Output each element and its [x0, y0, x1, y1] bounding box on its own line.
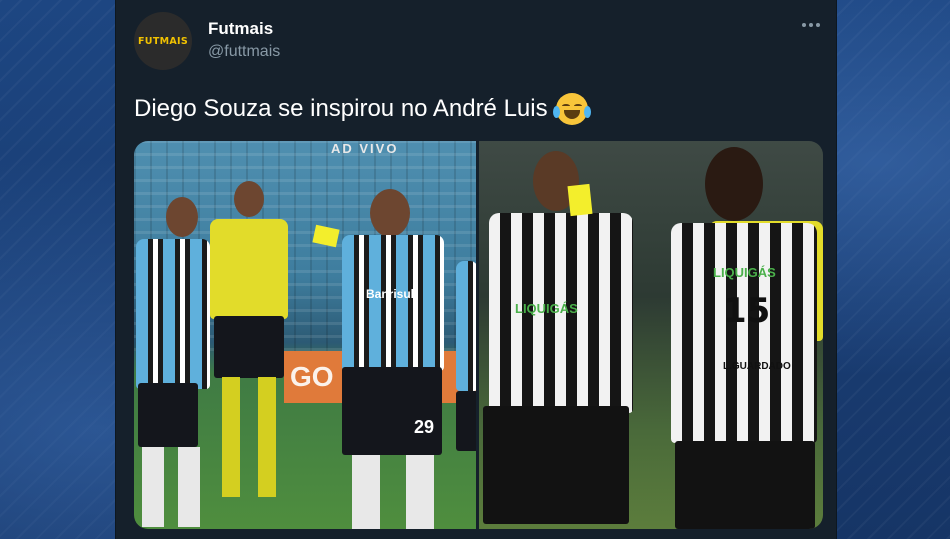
- botafogo-player-15: LIQUIGÁS 15 L.GUARDADO: [665, 147, 823, 529]
- yellow-card-raised: [567, 183, 593, 217]
- photo-right[interactable]: LIQUIGÁS LIQUIGÁS 15 L.GUARDADO: [479, 141, 823, 529]
- gremio-player-left: [136, 197, 216, 527]
- referee-figure: [202, 181, 302, 521]
- author-display-name[interactable]: Futmais: [208, 19, 273, 39]
- broadcast-live-label: AD VIVO: [331, 141, 399, 156]
- avatar-logo-text: FUTMAIS: [138, 35, 188, 47]
- jersey-name: L.GUARDADO: [723, 361, 791, 372]
- more-dot: [809, 23, 813, 27]
- shorts-number: 29: [414, 417, 435, 437]
- more-options-icon[interactable]: [798, 15, 824, 35]
- jersey-number: 15: [723, 291, 771, 331]
- shirt-sponsor-right: LIQUIGÁS: [713, 265, 776, 280]
- tweet-text: Diego Souza se inspirou no André Luis: [134, 93, 591, 125]
- gremio-player-29: Banrisul 29: [324, 189, 464, 529]
- botafogo-player-card: LIQUIGÁS: [483, 151, 643, 529]
- avatar[interactable]: FUTMAIS: [134, 12, 192, 70]
- shirt-sponsor: Banrisul: [366, 287, 415, 301]
- tweet-media[interactable]: AD VIVO GO Banrisul 29 LIQUIGÁS LIQUIGÁS…: [134, 141, 823, 529]
- tears-of-joy-emoji-icon: [552, 93, 591, 125]
- photo-left[interactable]: AD VIVO GO Banrisul 29: [134, 141, 476, 529]
- more-dot: [816, 23, 820, 27]
- tweet-text-content: Diego Souza se inspirou no André Luis: [134, 95, 548, 122]
- tweet-card[interactable]: FUTMAIS Futmais @futtmais Diego Souza se…: [115, 0, 837, 539]
- author-handle[interactable]: @futtmais: [208, 43, 280, 61]
- gremio-player-edge: [456, 221, 476, 521]
- shirt-sponsor-left: LIQUIGÁS: [515, 301, 578, 316]
- more-dot: [802, 23, 806, 27]
